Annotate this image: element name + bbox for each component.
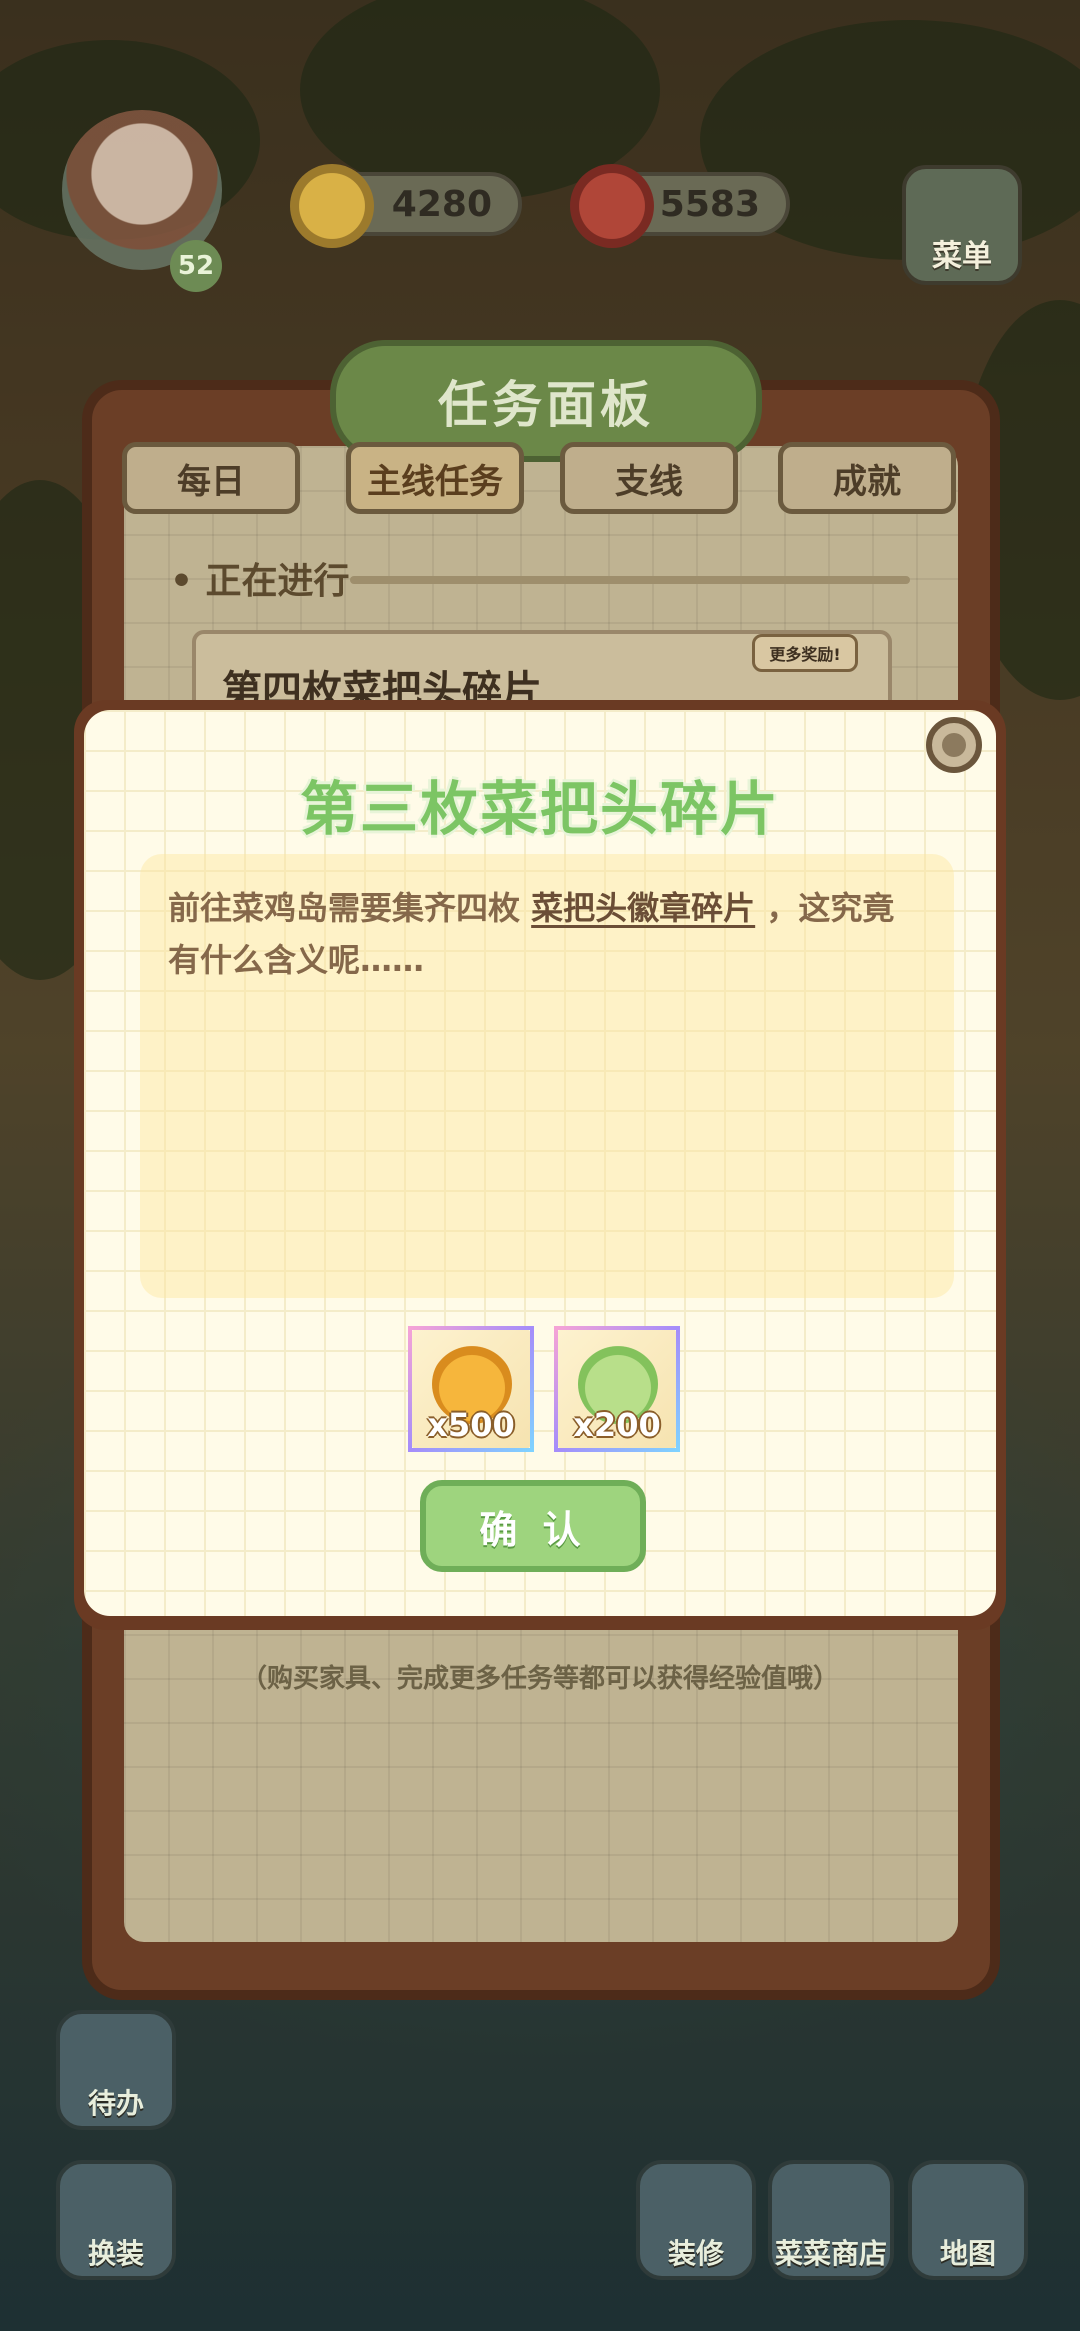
modal-title: 第三枚菜把头碎片 — [299, 775, 780, 843]
tab-side-quest[interactable]: 支线 — [560, 442, 738, 514]
todo-button[interactable]: 待办 — [56, 2010, 176, 2130]
tab-daily[interactable]: 每日 — [122, 442, 300, 514]
outfit-button[interactable]: 换装 — [56, 2160, 176, 2280]
coin-icon — [290, 164, 374, 248]
player-level-badge: 52 — [170, 240, 222, 292]
map-button[interactable]: 地图 — [908, 2160, 1028, 2280]
reward-count: x500 — [427, 1406, 515, 1444]
description-box: 前往菜鸡岛需要集齐四枚 菜把头徽章碎片 ，这究竟有什么含义呢…… — [140, 854, 954, 1298]
coin-count: 4280 — [391, 183, 492, 225]
reward-count: x200 — [573, 1406, 661, 1444]
more-rewards-badge[interactable]: 更多奖励! — [752, 634, 858, 672]
coin-counter[interactable]: 4280 — [290, 164, 522, 248]
gem-counter[interactable]: 5583 — [570, 164, 790, 248]
radish-icon — [570, 164, 654, 248]
exp-hint-text: （购买家具、完成更多任务等都可以获得经验值哦） — [240, 1664, 839, 1694]
in-progress-label: • 正在进行 — [170, 561, 350, 602]
reward-exp[interactable]: x200 — [554, 1326, 680, 1452]
confirm-button[interactable]: 确 认 — [420, 1480, 646, 1572]
decorate-button[interactable]: 装修 — [636, 2160, 756, 2280]
gem-count: 5583 — [659, 183, 760, 225]
badge-fragment-link[interactable]: 菜把头徽章碎片 — [531, 889, 755, 927]
tab-achievements[interactable]: 成就 — [778, 442, 956, 514]
divider — [350, 576, 910, 584]
tab-main-quest[interactable]: 主线任务 — [346, 442, 524, 514]
quest-description: 前往菜鸡岛需要集齐四枚 菜把头徽章碎片 ，这究竟有什么含义呢…… — [168, 889, 895, 979]
shop-button[interactable]: 菜菜商店 — [768, 2160, 894, 2280]
reward-coins[interactable]: x500 — [408, 1326, 534, 1452]
menu-button[interactable]: 菜单 — [902, 165, 1022, 285]
